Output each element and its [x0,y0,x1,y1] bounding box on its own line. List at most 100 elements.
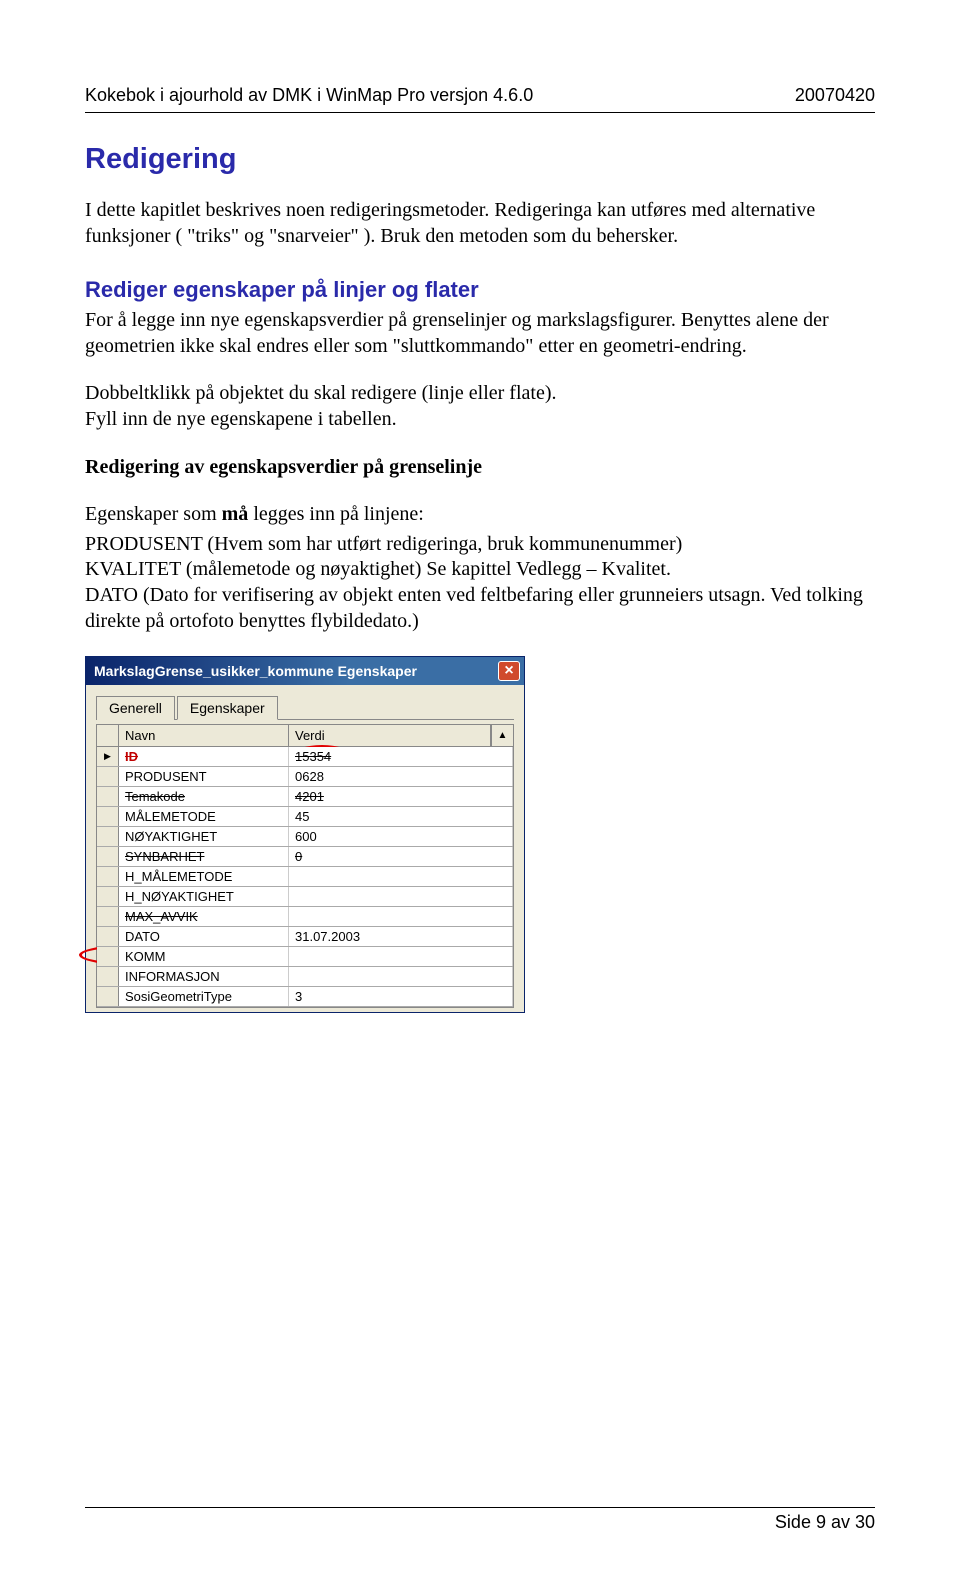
page-footer: Side 9 av 30 [85,1507,875,1533]
property-name-cell: MÅLEMETODE [119,807,289,826]
triangle-up-icon: ▲ [498,730,508,741]
table-row[interactable]: SosiGeometriType 3 [97,987,513,1007]
property-name-cell: Temakode [119,787,289,806]
subheading-properties: Rediger egenskaper på linjer og flater [85,277,875,303]
table-row[interactable]: SYNBARHET 0 [97,847,513,867]
property-name-cell: PRODUSENT [119,767,289,786]
property-value: 4201 [295,789,324,804]
row-selector [97,927,119,946]
property-name: NØYAKTIGHET [125,829,217,844]
property-name: SosiGeometriType [125,989,232,1004]
property-value: 15354 [295,749,331,764]
table-row[interactable]: H_NØYAKTIGHET [97,887,513,907]
dialog-body: Generell Egenskaper Navn Verdi ▲ ▶ ID 1535… [86,685,524,1012]
table-row[interactable]: INFORMASJON [97,967,513,987]
grid-header-selector [97,725,119,746]
property-value-cell[interactable]: 600 [289,827,513,846]
row-selector [97,867,119,886]
table-row[interactable]: Temakode 4201 [97,787,513,807]
row-selector [97,787,119,806]
property-value-cell[interactable]: 31.07.2003 [289,927,513,946]
chapter-title: Redigering [85,143,875,176]
subheading-editing-boundary: Redigering av egenskapsverdier på grense… [85,455,875,481]
tab-strip: Generell Egenskaper [96,695,514,720]
property-value-cell[interactable]: 0628 [289,767,513,786]
tab-generell[interactable]: Generell [96,696,175,720]
property-name: SYNBARHET [125,849,204,864]
table-row[interactable]: DATO 31.07.2003 [97,927,513,947]
page-header: Kokebok i ajourhold av DMK i WinMap Pro … [85,85,875,106]
property-value: 0 [295,849,302,864]
property-value: 3 [295,989,302,1004]
row-selector [97,767,119,786]
document-page: Kokebok i ajourhold av DMK i WinMap Pro … [0,0,960,1571]
property-name: ID [125,749,138,764]
table-row[interactable]: ▶ ID 15354 [97,747,513,767]
properties-dialog: MarkslagGrense_usikker_kommune Egenskape… [85,656,525,1013]
property-name: MAX_AVVIK [125,909,198,924]
property-name-cell: SosiGeometriType [119,987,289,1006]
text-run: legges inn på linjene: [248,503,424,525]
close-button[interactable]: × [498,661,520,681]
property-value: 0628 [295,769,324,784]
row-selector [97,947,119,966]
row-selector [97,887,119,906]
row-selector: ▶ [97,747,119,766]
property-value-cell[interactable] [289,947,513,966]
property-name-cell: H_MÅLEMETODE [119,867,289,886]
property-name-cell: ID [119,747,289,766]
grid-header: Navn Verdi ▲ [97,725,513,747]
row-selector [97,827,119,846]
table-row[interactable]: PRODUSENT 0628 [97,767,513,787]
property-value-cell[interactable]: 15354 [289,747,513,766]
property-value-cell[interactable] [289,887,513,906]
property-value-cell[interactable] [289,867,513,886]
table-row[interactable]: KOMM [97,947,513,967]
table-row[interactable]: H_MÅLEMETODE [97,867,513,887]
property-name: DATO [125,929,160,944]
bold-subtitle: Redigering av egenskapsverdier på grense… [85,456,482,478]
tab-egenskaper[interactable]: Egenskaper [177,696,278,720]
paragraph-required-props: PRODUSENT (Hvem som har utført redigerin… [85,532,875,634]
grid-body: ▶ ID 15354 PRODUSENT 0628 Temakode 4201 MÅLEMET… [97,747,513,1007]
grid-header-value: Verdi [289,725,491,746]
property-name-cell: SYNBARHET [119,847,289,866]
properties-grid: Navn Verdi ▲ ▶ ID 15354 PRODUSENT 0628 Temako… [96,724,514,1008]
grid-header-name: Navn [119,725,289,746]
close-icon: × [504,663,513,679]
table-row[interactable]: MAX_AVVIK [97,907,513,927]
property-value-cell[interactable]: 3 [289,987,513,1006]
property-value-cell[interactable]: 0 [289,847,513,866]
header-divider [85,112,875,113]
property-name: PRODUSENT [125,769,207,784]
current-row-icon: ▶ [104,751,111,762]
table-row[interactable]: NØYAKTIGHET 600 [97,827,513,847]
property-name: MÅLEMETODE [125,809,216,824]
para-must-lead: Egenskaper som må legges inn på linjene: [85,502,875,528]
page-number: Side 9 av 30 [775,1512,875,1533]
property-name: KOMM [125,949,165,964]
text-run-bold: må [222,503,249,525]
property-name-cell: KOMM [119,947,289,966]
row-selector [97,967,119,986]
footer-divider [85,1507,875,1508]
property-value-cell[interactable] [289,907,513,926]
property-name-cell: MAX_AVVIK [119,907,289,926]
property-name: H_NØYAKTIGHET [125,889,234,904]
property-name-cell: DATO [119,927,289,946]
property-value: 45 [295,809,309,824]
row-selector [97,847,119,866]
property-name: H_MÅLEMETODE [125,869,232,884]
property-value: 600 [295,829,317,844]
property-value-cell[interactable]: 45 [289,807,513,826]
row-selector [97,807,119,826]
property-name: INFORMASJON [125,969,220,984]
property-value-cell[interactable]: 4201 [289,787,513,806]
property-name-cell: INFORMASJON [119,967,289,986]
scroll-up-button[interactable]: ▲ [491,725,513,746]
table-row[interactable]: MÅLEMETODE 45 [97,807,513,827]
property-name-cell: NØYAKTIGHET [119,827,289,846]
property-value-cell[interactable] [289,967,513,986]
row-selector [97,907,119,926]
dialog-title: MarkslagGrense_usikker_kommune Egenskape… [90,663,498,679]
